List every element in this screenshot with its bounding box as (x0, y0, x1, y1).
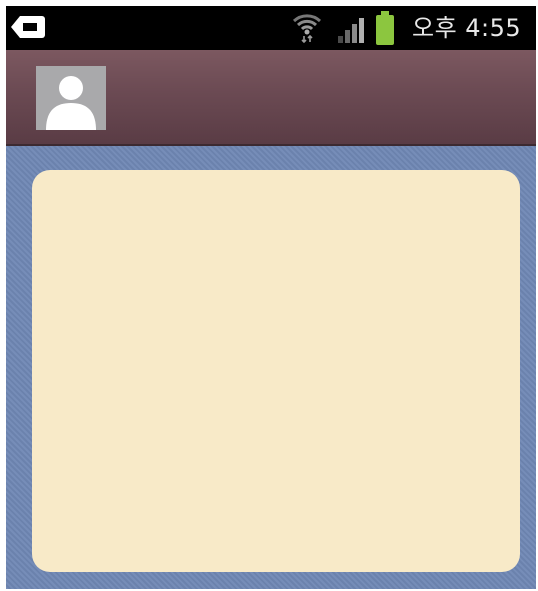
content-area (6, 146, 536, 589)
status-bar: 오후 4:55 (6, 6, 536, 50)
back-notification-icon (11, 16, 45, 38)
screen: 오후 4:55 (6, 6, 536, 589)
profile-header (6, 50, 536, 146)
message-card[interactable] (32, 170, 520, 572)
profile-avatar[interactable] (36, 66, 106, 130)
battery-icon (376, 11, 394, 45)
status-clock: 오후 4:55 (412, 14, 522, 42)
signal-icon (338, 18, 364, 43)
wifi-icon (292, 14, 322, 44)
default-avatar-icon (46, 76, 96, 130)
